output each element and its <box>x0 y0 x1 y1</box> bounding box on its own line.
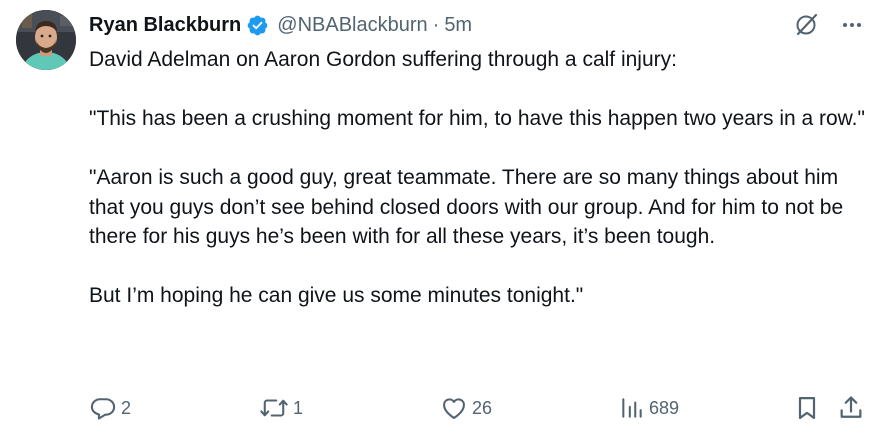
avatar[interactable] <box>16 10 76 70</box>
bookmark-button[interactable] <box>793 392 821 424</box>
like-button[interactable]: 26 <box>440 392 492 424</box>
tweet-paragraph: David Adelman on Aaron Gordon suffering … <box>89 48 677 71</box>
reply-button[interactable]: 2 <box>89 392 131 424</box>
views-button[interactable]: 689 <box>619 392 679 424</box>
analytics-icon <box>619 394 645 422</box>
author-name[interactable]: Ryan Blackburn <box>89 14 241 37</box>
retweet-count: 1 <box>293 397 304 418</box>
top-right-actions <box>793 11 865 39</box>
grok-icon[interactable] <box>793 11 819 39</box>
tweet-paragraph: "This has been a crushing moment for him… <box>89 107 865 130</box>
views-count: 689 <box>649 397 680 418</box>
tweet-actions: 2 1 26 689 <box>89 392 869 424</box>
share-button[interactable] <box>837 392 865 424</box>
separator-dot: · <box>432 13 440 36</box>
bookmark-icon <box>793 394 821 422</box>
author-handle[interactable]: @NBABlackburn <box>277 14 427 37</box>
tweet-header: Ryan Blackburn @NBABlackburn · 5m <box>89 11 472 39</box>
tweet-paragraph: But I’m hoping he can give us some minut… <box>89 284 584 307</box>
like-count: 26 <box>472 397 493 418</box>
reply-count: 2 <box>121 397 132 418</box>
avatar-image <box>16 10 76 70</box>
retweet-button[interactable]: 1 <box>259 392 303 424</box>
heart-icon <box>440 394 468 422</box>
tweet-timestamp[interactable]: 5m <box>444 14 472 37</box>
tweet-paragraph: "Aaron is such a good guy, great teammat… <box>89 166 844 248</box>
tweet-card[interactable]: Ryan Blackburn @NBABlackburn · 5m David … <box>0 0 879 435</box>
reply-icon <box>89 394 117 422</box>
verified-badge-icon <box>246 14 269 37</box>
retweet-icon <box>259 394 289 422</box>
tweet-text: David Adelman on Aaron Gordon suffering … <box>89 45 869 311</box>
share-icon <box>837 394 865 422</box>
more-icon[interactable] <box>839 11 865 39</box>
